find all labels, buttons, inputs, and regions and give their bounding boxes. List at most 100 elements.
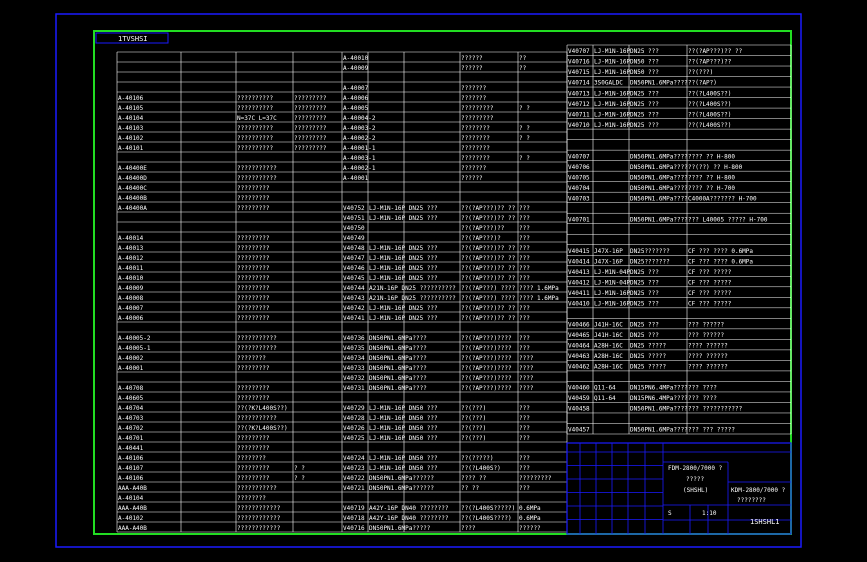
right-cell-c: DN50PN1.6MPa???? — [630, 153, 688, 160]
left-cell-a: A-40101 — [118, 145, 144, 152]
left-cell-g: ???? — [519, 375, 534, 382]
left-cell-a: A-40400E — [118, 165, 147, 172]
left-cell-f: ??????? — [461, 95, 487, 102]
right-cell-a: V40707 — [568, 153, 590, 160]
right-cell-a: V40410 — [568, 301, 590, 308]
left-cell-b: ????????? — [237, 385, 270, 392]
right-cell-c: DN50PN1.6MPa???? — [630, 427, 688, 434]
left-cell-g: ??? — [519, 425, 530, 432]
left-cell-e: LJ-M1N-16P DN50 ??? — [369, 415, 438, 422]
right-cell-d: ??(?AP???)?? ?? — [688, 48, 743, 55]
left-cell-e: DN50PN1.6MPa?????? — [369, 475, 434, 482]
left-cell-d: V40745 — [343, 275, 365, 282]
left-cell-g: ??? — [519, 335, 530, 342]
right-cell-c: DN50 ??? — [630, 59, 659, 66]
right-cell-a: V40412 — [568, 280, 590, 287]
left-cell-a: A-40708 — [118, 385, 144, 392]
left-cell-e: DN50PN1.6MPa???? — [369, 365, 427, 372]
right-cell-a: V40707 — [568, 48, 590, 55]
left-cell-b: ??(?K?L400S??) — [237, 425, 288, 432]
left-parts-table: A-40010?????? ?? A-40009?????? ?? A-40007???… — [116, 51, 568, 533]
right-cell-d: ???? ?? H-800 — [688, 153, 735, 160]
left-cell-a: AAA-A40B — [118, 525, 147, 532]
left-cell-c: ? ? — [294, 465, 305, 472]
left-cell-d: V40716 — [343, 525, 365, 532]
left-cell-g: ??? — [519, 245, 530, 252]
right-cell-c: DN25??????? — [630, 248, 670, 255]
left-cell-b: ????????? — [237, 435, 270, 442]
left-cell-d: V40725 — [343, 435, 365, 442]
left-cell-g: 0.6MPa — [519, 505, 541, 512]
left-cell-a: A-40400D — [118, 175, 147, 182]
left-cell-f: ??(?AP???)? — [461, 235, 501, 242]
left-cell-d: A-40010 — [343, 55, 369, 62]
right-cell-d: ???? ?? H-700 — [688, 185, 735, 192]
left-cell-g: ??? — [519, 315, 530, 322]
scale-text: 1:10 — [702, 510, 717, 517]
left-cell-b: ?????????? — [237, 135, 274, 142]
right-cell-d: ??? ?????? — [688, 322, 725, 329]
left-cell-g: ??? — [519, 345, 530, 352]
right-cell-b: Q11-64 — [594, 385, 616, 392]
left-cell-b: ????????? — [237, 205, 270, 212]
left-cell-d: V40751 — [343, 215, 365, 222]
right-parts-table: V40707 LJ-M1N-16P DN25 ??? ??(?AP???)?? ??V… — [566, 44, 792, 435]
left-cell-f: ??(?AP???)???? — [461, 355, 512, 362]
title-block: FDM-2800/7000 ? ????? (SHSHL) KDM-2800/7… — [566, 442, 792, 535]
left-cell-d: V40728 — [343, 415, 365, 422]
left-cell-a: A-40001 — [118, 365, 144, 372]
left-cell-e: DN50PN1.6MPa???? — [369, 355, 427, 362]
left-cell-e: DN50PN1.6MPa?????? — [369, 485, 434, 492]
right-cell-c: DN25 ????? — [630, 353, 667, 360]
left-cell-f: ?????? — [461, 175, 483, 182]
right-cell-c: DN25 ??? — [630, 322, 659, 329]
left-cell-a: A-40005-1 — [118, 345, 151, 352]
top-tag-text: 1TVSHSI — [118, 35, 148, 43]
right-cell-a: V40705 — [568, 174, 590, 181]
right-cell-d: ???? ?? H-800 — [688, 174, 735, 181]
left-cell-a: A-40400A — [118, 205, 147, 212]
left-cell-f: ??????? — [461, 165, 487, 172]
right-cell-d: C4000A??????? H-700 — [688, 195, 757, 202]
right-cell-c: DN25 ??? — [630, 111, 659, 118]
left-cell-a: A-40102 — [118, 135, 144, 142]
right-cell-a: V40460 — [568, 385, 590, 392]
right-cell-a: V40457 — [568, 427, 590, 434]
left-cell-a: A-40701 — [118, 435, 144, 442]
right-cell-c: DN25 ??? — [630, 269, 659, 276]
left-cell-f: ?????? — [461, 65, 483, 72]
right-cell-d: ???? ?????? — [688, 343, 728, 350]
right-cell-a: V40712 — [568, 101, 590, 108]
left-cell-d: V40741 — [343, 315, 365, 322]
left-cell-e: LJ-M1N-16P DN50 ??? — [369, 405, 438, 412]
right-cell-c: DN50PN1.6MPa???? — [630, 164, 688, 171]
left-cell-f: ??(?AP???)???? — [461, 375, 512, 382]
left-cell-d: V40729 — [343, 405, 365, 412]
title-right2: ???????? — [737, 497, 766, 504]
right-cell-a: V40459 — [568, 395, 590, 402]
left-cell-e: A42Y-16P DN40 ???????? — [369, 505, 449, 512]
right-cell-c: DN25 ??? — [630, 122, 659, 129]
left-cell-c: ????????? — [294, 105, 327, 112]
left-cell-f: ??(?AP???) ???? — [461, 295, 516, 302]
left-cell-a: A-40105 — [118, 105, 144, 112]
left-cell-b: ?????????? — [237, 145, 274, 152]
right-cell-a: V40414 — [568, 259, 590, 266]
left-cell-a: A-40002 — [118, 355, 144, 362]
left-cell-f: ??(?AP???)?? ?? — [461, 315, 516, 322]
left-cell-c: ????????? — [294, 115, 327, 122]
sheet-mark: S — [668, 510, 672, 517]
right-cell-d: ??(?L400S??) — [688, 101, 731, 108]
right-cell-c: DN25 ??? — [630, 101, 659, 108]
left-cell-b: ????????? — [237, 395, 270, 402]
right-cell-d: ??(?AP???)?? — [688, 59, 732, 66]
left-cell-d: A-40003-1 — [343, 155, 376, 162]
left-cell-a: A-40103 — [118, 125, 144, 132]
left-cell-d: V40735 — [343, 345, 365, 352]
title-line3: (SHSHL) — [683, 487, 708, 494]
left-cell-e: DN50PN1.6MPa???? — [369, 385, 427, 392]
left-cell-g: ? ? — [519, 155, 530, 162]
left-cell-b: ????????? — [237, 275, 270, 282]
left-cell-b: ?????????? — [237, 95, 274, 102]
right-cell-c: DN50PN1.6MPa???? — [630, 195, 688, 202]
